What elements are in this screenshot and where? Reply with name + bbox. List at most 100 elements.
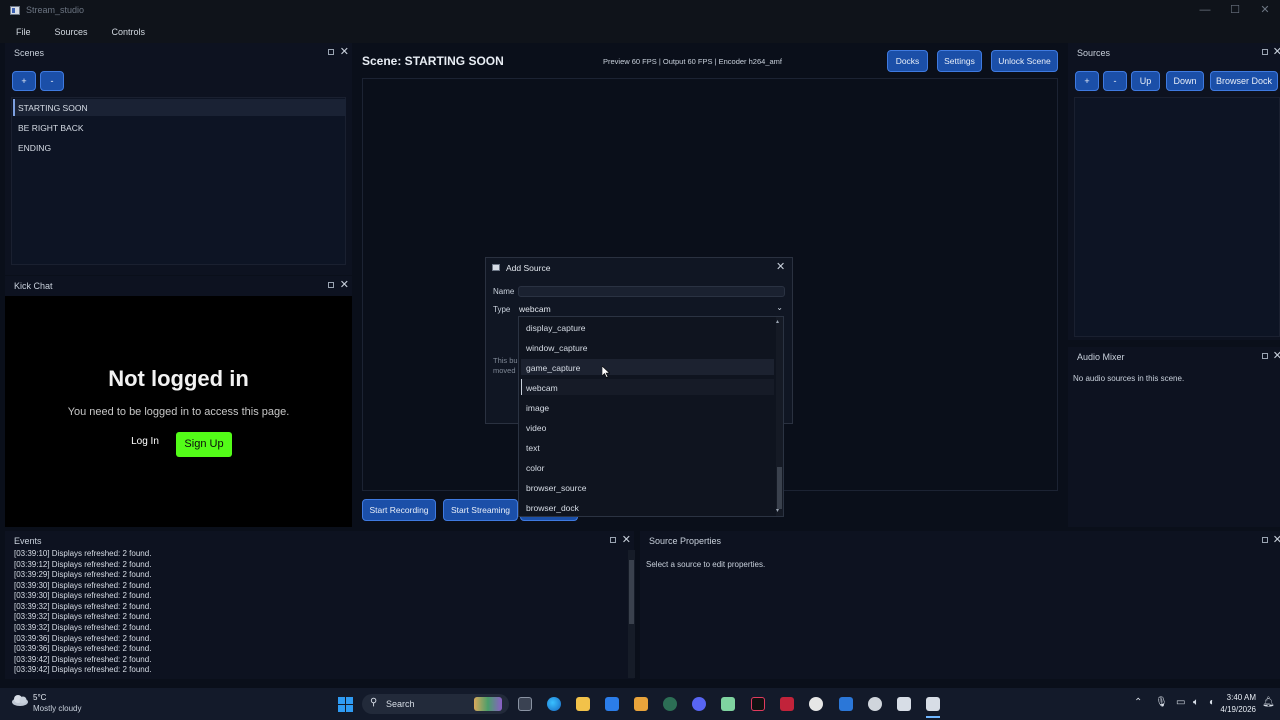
scene-item-starting-soon[interactable]: STARTING SOON [18, 103, 88, 113]
edge-browser-icon[interactable] [547, 697, 561, 711]
dropdown-scrollbar[interactable]: ▴ ▾ [776, 317, 783, 516]
add-scene-button[interactable]: + [12, 71, 36, 91]
chrome-icon[interactable] [868, 697, 882, 711]
taskbar-search-box[interactable]: ⚲ Search [362, 694, 509, 714]
weather-desc[interactable]: Mostly cloudy [33, 704, 81, 713]
log-line: [03:39:30] Displays refreshed: 2 found. [14, 581, 152, 590]
adobe-app-icon[interactable] [780, 697, 794, 711]
close-icon[interactable]: ✕ [340, 45, 349, 58]
kick-chat-content: Not logged in You need to be logged in t… [5, 296, 352, 527]
option-image[interactable]: image [526, 403, 549, 413]
move-down-button[interactable]: Down [1166, 71, 1204, 91]
tiktok-icon[interactable] [751, 697, 765, 711]
unlock-scene-button[interactable]: Unlock Scene [991, 50, 1058, 72]
windows-start-icon[interactable] [338, 697, 353, 712]
source-list[interactable] [1074, 97, 1280, 337]
undock-icon[interactable] [610, 537, 616, 543]
scene-item-ending[interactable]: ENDING [18, 143, 51, 153]
source-properties-panel: Source Properties ✕ Select a source to e… [640, 531, 1280, 679]
option-window-capture[interactable]: window_capture [526, 343, 587, 353]
clock-time[interactable]: 3:40 AM [1222, 693, 1256, 702]
clock-date[interactable]: 4/19/2026 [1218, 705, 1256, 714]
undock-icon[interactable] [1262, 537, 1268, 543]
discord-icon[interactable] [692, 697, 706, 711]
sublime-text-icon[interactable] [634, 697, 648, 711]
remove-scene-button[interactable]: - [40, 71, 64, 91]
volume-icon[interactable]: 🔈︎ [1193, 697, 1199, 708]
option-display-capture[interactable]: display_capture [526, 323, 586, 333]
audio-mixer-title: Audio Mixer [1077, 352, 1125, 362]
close-icon[interactable]: ✕ [340, 278, 349, 291]
maximize-button[interactable]: ☐ [1220, 0, 1250, 20]
chatgpt-icon[interactable] [809, 697, 823, 711]
title-bar: Stream_studio — ☐ ✕ [0, 0, 1280, 20]
tray-overflow-icon[interactable]: ⌃ [1134, 697, 1142, 708]
events-scrollbar[interactable] [628, 550, 635, 678]
log-line: [03:39:32] Displays refreshed: 2 found. [14, 602, 152, 611]
undock-icon[interactable] [328, 49, 334, 55]
close-window-button[interactable]: ✕ [1250, 0, 1280, 20]
microsoft-store-icon[interactable] [605, 697, 619, 711]
log-line: [03:39:36] Displays refreshed: 2 found. [14, 634, 152, 643]
scene-item-be-right-back[interactable]: BE RIGHT BACK [18, 123, 84, 133]
close-icon[interactable]: ✕ [1273, 45, 1280, 58]
notifications-icon[interactable]: 🔔︎ [1262, 697, 1275, 708]
settings-button[interactable]: Settings [937, 50, 982, 72]
remove-source-button[interactable]: - [1103, 71, 1127, 91]
option-webcam[interactable]: webcam [526, 383, 558, 393]
file-explorer-icon[interactable] [576, 697, 590, 711]
undock-icon[interactable] [328, 282, 334, 288]
log-line: [03:39:30] Displays refreshed: 2 found. [14, 591, 152, 600]
sources-title: Sources [1077, 48, 1111, 58]
menu-file[interactable]: File [16, 27, 31, 37]
close-icon[interactable]: ✕ [1273, 533, 1280, 546]
battery-icon[interactable]: ◐ [1209, 697, 1215, 708]
docks-button[interactable]: Docks [887, 50, 928, 72]
visual-studio-icon[interactable] [839, 697, 853, 711]
minimize-button[interactable]: — [1190, 0, 1220, 20]
scrollbar-thumb[interactable] [777, 467, 782, 509]
log-line: [03:39:12] Displays refreshed: 2 found. [14, 560, 152, 569]
hs-app-icon[interactable] [663, 697, 677, 711]
menu-controls[interactable]: Controls [112, 27, 146, 37]
hint-text-2: moved [493, 366, 516, 375]
scrollbar-thumb[interactable] [629, 560, 634, 624]
log-in-link[interactable]: Log In [125, 436, 165, 447]
login-required-message: You need to be logged in to access this … [67, 406, 290, 418]
stream-studio-active-icon[interactable] [926, 697, 940, 711]
undock-icon[interactable] [1262, 353, 1268, 359]
option-browser-dock[interactable]: browser_dock [526, 503, 579, 513]
sign-up-button[interactable]: Sign Up [176, 432, 232, 457]
window-title: Stream_studio [26, 5, 85, 15]
task-view-icon[interactable] [518, 697, 532, 711]
browser-dock-button[interactable]: Browser Dock [1210, 71, 1278, 91]
log-line: [03:39:10] Displays refreshed: 2 found. [14, 550, 152, 558]
utility-app-icon[interactable] [721, 697, 735, 711]
start-streaming-button[interactable]: Start Streaming [443, 499, 518, 521]
option-color[interactable]: color [526, 463, 544, 473]
move-up-button[interactable]: Up [1131, 71, 1160, 91]
menu-sources[interactable]: Sources [55, 27, 88, 37]
type-dropdown-list[interactable]: display_capture window_capture game_capt… [518, 316, 784, 517]
scenes-title: Scenes [14, 48, 45, 58]
add-source-button[interactable]: + [1075, 71, 1099, 91]
name-input[interactable] [518, 286, 785, 297]
option-game-capture[interactable]: game_capture [526, 363, 580, 373]
option-browser-source[interactable]: browser_source [526, 483, 586, 493]
close-icon[interactable]: ✕ [1273, 349, 1280, 362]
source-properties-header: Source Properties ✕ [640, 531, 1280, 551]
undock-icon[interactable] [1262, 49, 1268, 55]
microphone-icon[interactable]: 🎙︎ [1155, 697, 1168, 708]
scroll-down-icon[interactable]: ▾ [776, 507, 779, 514]
weather-temp[interactable]: 5°C [33, 693, 46, 702]
type-select[interactable]: webcam ⌄ [518, 303, 785, 316]
network-icon[interactable]: ▭ [1176, 697, 1185, 708]
type-select-value: webcam [519, 304, 551, 314]
dialog-close-icon[interactable]: ✕ [776, 260, 785, 273]
option-text[interactable]: text [526, 443, 540, 453]
stream-studio-taskbar-icon[interactable] [897, 697, 911, 711]
scroll-up-icon[interactable]: ▴ [776, 318, 779, 325]
option-video[interactable]: video [526, 423, 546, 433]
start-recording-button[interactable]: Start Recording [362, 499, 436, 521]
close-icon[interactable]: ✕ [622, 533, 631, 546]
